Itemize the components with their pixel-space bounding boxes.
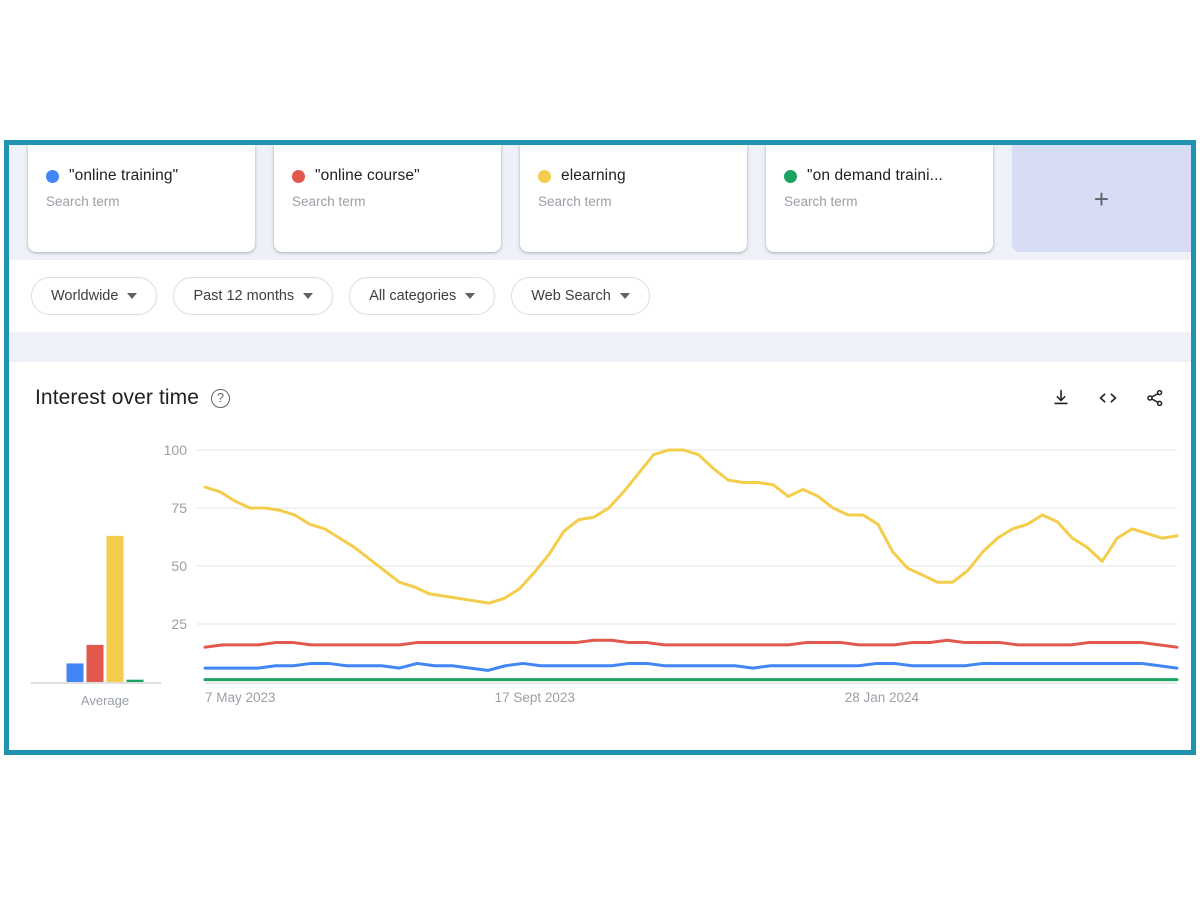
help-icon[interactable]: ? [211, 388, 231, 408]
y-axis-tick-label: 25 [171, 616, 187, 632]
filter-location-label: Worldwide [51, 288, 119, 304]
filter-timerange-label: Past 12 months [193, 288, 295, 304]
term-header: "on demand traini... [784, 167, 975, 185]
average-axis-label: Average [80, 693, 130, 708]
x-axis-tick-label: 28 Jan 2024 [845, 690, 920, 705]
search-term-card-4[interactable]: "on demand traini... Search term [766, 145, 993, 252]
search-term-type: Search term [538, 194, 612, 209]
series-dot-blue [46, 169, 59, 183]
term-header: "online training" [46, 167, 237, 185]
google-trends-panel: "online training" Search term "online co… [4, 140, 1196, 755]
filter-category-dropdown[interactable]: All categories [349, 277, 496, 315]
average-bar-series-3[interactable] [106, 535, 124, 682]
search-term-card-2[interactable]: "online course" Search term [274, 145, 501, 252]
filter-bar: Worldwide Past 12 months All categories … [9, 260, 1191, 332]
average-bar-series-4[interactable] [126, 679, 144, 682]
interest-over-time-panel: Interest over time ? 25 50 75 100 7 May … [9, 362, 1191, 750]
chevron-down-icon [303, 293, 314, 299]
series-dot-yellow [538, 169, 551, 183]
download-icon[interactable] [1051, 388, 1071, 408]
search-term-label: elearning [561, 167, 626, 184]
panel-actions [1051, 388, 1169, 408]
chart-line-series-2[interactable] [203, 638, 1179, 649]
filter-timerange-dropdown[interactable]: Past 12 months [173, 277, 334, 315]
filter-location-dropdown[interactable]: Worldwide [31, 277, 158, 315]
x-axis-tick-label: 7 May 2023 [205, 690, 276, 705]
search-term-label: "online course" [315, 167, 420, 184]
panel-header: Interest over time ? [9, 362, 1191, 410]
share-icon[interactable] [1145, 388, 1165, 408]
embed-code-icon[interactable] [1097, 388, 1119, 408]
chart-line-series-1[interactable] [203, 661, 1179, 672]
series-dot-green [784, 169, 797, 183]
average-bar-series-1[interactable] [66, 663, 84, 682]
y-axis-tick-label: 75 [171, 500, 187, 516]
filter-searchtype-label: Web Search [531, 288, 611, 304]
x-axis-tick-label: 17 Sept 2023 [495, 690, 575, 705]
series-dot-red [292, 169, 305, 183]
search-term-card-1[interactable]: "online training" Search term [28, 145, 255, 252]
y-axis-tick-label: 50 [171, 558, 187, 574]
chart-line-series-3[interactable] [203, 448, 1179, 605]
add-comparison-button[interactable]: + [1012, 145, 1191, 252]
plus-icon: + [1093, 183, 1110, 214]
average-bar-series-2[interactable] [86, 644, 104, 682]
filter-category-label: All categories [369, 288, 457, 304]
chart-area: 25 50 75 100 7 May 2023 17 Sept 2023 28 Jan 20… [9, 434, 1191, 744]
search-terms-strip: "online training" Search term "online co… [9, 145, 1191, 260]
interest-over-time-chart[interactable]: 25 50 75 100 7 May 2023 17 Sept 2023 28 Jan 20… [9, 434, 1191, 744]
search-term-label: "online training" [69, 167, 179, 184]
filter-searchtype-dropdown[interactable]: Web Search [511, 277, 650, 315]
chevron-down-icon [127, 293, 138, 299]
y-axis-tick-label: 100 [164, 442, 188, 458]
chevron-down-icon [619, 293, 630, 299]
search-term-type: Search term [46, 194, 120, 209]
panel-title-group: Interest over time ? [35, 386, 231, 410]
term-header: "online course" [292, 167, 483, 185]
section-divider [9, 332, 1191, 362]
chevron-down-icon [465, 293, 476, 299]
search-term-label: "on demand traini... [807, 167, 943, 184]
search-term-type: Search term [784, 194, 858, 209]
page-title: Interest over time [35, 386, 200, 409]
search-term-card-3[interactable]: elearning Search term [520, 145, 747, 252]
search-term-type: Search term [292, 194, 366, 209]
term-header: elearning [538, 167, 729, 185]
screenshot-root: "online training" Search term "online co… [0, 0, 1200, 900]
